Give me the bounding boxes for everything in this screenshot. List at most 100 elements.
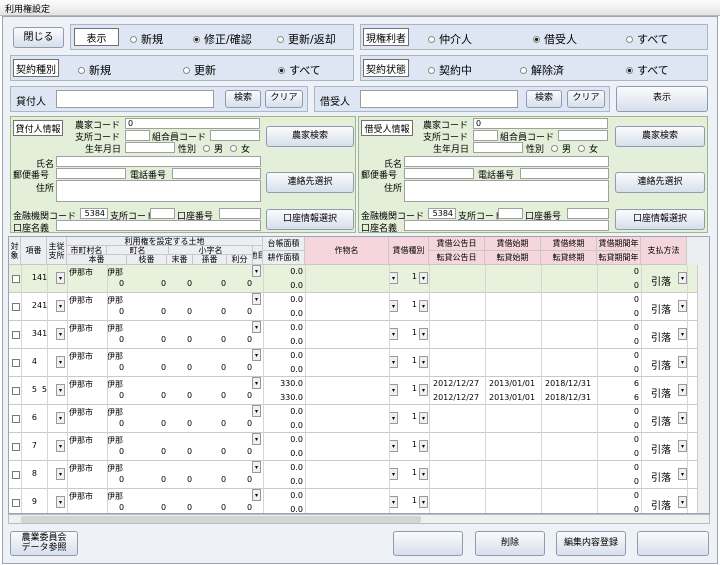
lender-member-code[interactable] [210,130,260,141]
dropdown-icon[interactable]: ▾ [389,328,398,340]
lender-clear-button[interactable]: クリア [265,90,303,108]
row-checkbox[interactable] [12,415,20,423]
table-row[interactable]: 9 ▾ 伊那市 伊那 0 0 0 0 0 ▾ 0.0 0.0 ▾ 1 ▾ 0 0 引落 ▾ [9,489,709,513]
dropdown-icon[interactable]: ▾ [56,384,65,396]
committee-data-button[interactable]: 農業委員会 データ参照 [10,531,78,556]
delete-button[interactable]: 削除 [475,531,545,556]
contract-type-renew[interactable]: 更新 [183,62,216,78]
horizontal-scrollbar[interactable] [8,514,710,524]
dropdown-icon[interactable]: ▾ [389,468,398,480]
show-button[interactable]: 表示 [616,86,708,112]
dropdown-icon[interactable]: ▾ [56,412,65,424]
display-radio-renew[interactable]: 更新/返却 [277,31,336,47]
borrower-branch-code[interactable] [473,130,498,141]
borrower-farm-search-button[interactable]: 農家検索 [615,126,705,147]
borrower-gender-female[interactable]: 女 [578,142,598,155]
dropdown-icon[interactable]: ▾ [389,384,398,396]
dropdown-icon[interactable]: ▾ [252,405,261,417]
display-radio-new[interactable]: 新規 [130,31,163,47]
dropdown-icon[interactable]: ▾ [56,356,65,368]
dropdown-icon[interactable]: ▾ [419,496,428,508]
dropdown-icon[interactable]: ▾ [678,356,687,368]
row-checkbox[interactable] [12,387,20,395]
dropdown-icon[interactable]: ▾ [678,496,687,508]
lender-bank-branch[interactable] [150,208,175,219]
dropdown-icon[interactable]: ▾ [389,356,398,368]
dropdown-icon[interactable]: ▾ [419,356,428,368]
dropdown-icon[interactable]: ▾ [678,468,687,480]
dropdown-icon[interactable]: ▾ [252,433,261,445]
contract-type-all[interactable]: すべて [278,62,321,78]
lender-gender-male[interactable]: 男 [203,142,223,155]
blank-button-2[interactable] [637,531,709,556]
dropdown-icon[interactable]: ▾ [56,272,65,284]
row-checkbox[interactable] [12,499,20,507]
dropdown-icon[interactable]: ▾ [419,468,428,480]
dropdown-icon[interactable]: ▾ [252,293,261,305]
dropdown-icon[interactable]: ▾ [419,384,428,396]
dropdown-icon[interactable]: ▾ [419,440,428,452]
table-row[interactable]: 2 41 ▾ 伊那市 伊那 0 0 0 0 0 ▾ 0.0 0.0 ▾ 1 ▾ 0 0 引落 ▾ [9,293,709,321]
rights-radio-all[interactable]: すべて [626,31,669,47]
dropdown-icon[interactable]: ▾ [419,328,428,340]
register-button[interactable]: 編集内容登録 [556,531,626,556]
table-row[interactable]: 6 ▾ 伊那市 伊那 0 0 0 0 0 ▾ 0.0 0.0 ▾ 1 ▾ 0 0 引落 ▾ [9,405,709,433]
lender-search-button[interactable]: 検索 [225,90,261,108]
borrower-gender-male[interactable]: 男 [551,142,571,155]
lender-search-input[interactable] [56,90,214,108]
dropdown-icon[interactable]: ▾ [56,300,65,312]
dropdown-icon[interactable]: ▾ [56,328,65,340]
lender-contact-select-button[interactable]: 連絡先選択 [266,172,354,193]
contract-status-cancelled[interactable]: 解除済 [520,62,564,78]
row-checkbox[interactable] [12,471,20,479]
borrower-clear-button[interactable]: クリア [567,90,605,108]
lender-farm-search-button[interactable]: 農家検索 [266,126,354,147]
lender-account-name[interactable] [56,220,261,231]
row-checkbox[interactable] [12,275,20,283]
contract-type-new[interactable]: 新規 [78,62,111,78]
borrower-phone[interactable] [520,168,609,179]
dropdown-icon[interactable]: ▾ [252,349,261,361]
table-row[interactable]: 3 41 ▾ 伊那市 伊那 0 0 0 0 0 ▾ 0.0 0.0 ▾ 1 ▾ 0 0 引落 ▾ [9,321,709,349]
dropdown-icon[interactable]: ▾ [252,321,261,333]
lender-account-select-button[interactable]: 口座情報選択 [266,209,354,230]
borrower-account[interactable] [567,208,609,219]
borrower-contact-select-button[interactable]: 連絡先選択 [615,172,705,193]
dropdown-icon[interactable]: ▾ [389,412,398,424]
lender-name[interactable] [56,156,261,167]
lender-postal[interactable] [56,168,126,179]
lender-account[interactable] [219,208,261,219]
lender-bank-code[interactable]: 5384 [80,208,108,219]
dropdown-icon[interactable]: ▾ [389,272,398,284]
table-row[interactable]: 5 5 ▾ 伊那市 伊那 0 0 0 0 0 ▾ 330.0 330.0 ▾ 1 ▾ 2012/12/27 201… [9,377,709,405]
dropdown-icon[interactable]: ▾ [389,440,398,452]
contract-status-active[interactable]: 契約中 [428,62,472,78]
dropdown-icon[interactable]: ▾ [56,440,65,452]
rights-radio-agent[interactable]: 仲介人 [428,31,472,47]
dropdown-icon[interactable]: ▾ [252,461,261,473]
dropdown-icon[interactable]: ▾ [56,496,65,508]
dropdown-icon[interactable]: ▾ [419,412,428,424]
display-radio-edit[interactable]: 修正/確認 [193,31,252,47]
dropdown-icon[interactable]: ▾ [56,468,65,480]
dropdown-icon[interactable]: ▾ [678,328,687,340]
borrower-farm-code[interactable]: 0 [473,118,608,129]
borrower-address[interactable] [404,180,609,202]
dropdown-icon[interactable]: ▾ [252,377,261,389]
dropdown-icon[interactable]: ▾ [252,265,261,277]
table-row[interactable]: 1 41 ▾ 伊那市 伊那 0 0 0 0 0 ▾ 0.0 0.0 ▾ 1 ▾ 0 0 引落 ▾ [9,265,709,293]
row-checkbox[interactable] [12,331,20,339]
table-row[interactable]: 8 ▾ 伊那市 伊那 0 0 0 0 0 ▾ 0.0 0.0 ▾ 1 ▾ 0 0 引落 ▾ [9,461,709,489]
borrower-account-name[interactable] [404,220,609,231]
close-button[interactable]: 閉じる [13,27,64,48]
borrower-search-input[interactable] [360,90,518,108]
row-checkbox[interactable] [12,359,20,367]
table-row[interactable]: 7 ▾ 伊那市 伊那 0 0 0 0 0 ▾ 0.0 0.0 ▾ 1 ▾ 0 0 引落 ▾ [9,433,709,461]
table-row[interactable]: 4 ▾ 伊那市 伊那 0 0 0 0 0 ▾ 0.0 0.0 ▾ 1 ▾ 0 0 引落 ▾ [9,349,709,377]
borrower-bank-code[interactable]: 5384 [428,208,456,219]
row-checkbox[interactable] [12,303,20,311]
vertical-scrollbar[interactable] [697,265,709,513]
dropdown-icon[interactable]: ▾ [678,384,687,396]
row-checkbox[interactable] [12,443,20,451]
scroll-thumb[interactable] [21,516,421,523]
